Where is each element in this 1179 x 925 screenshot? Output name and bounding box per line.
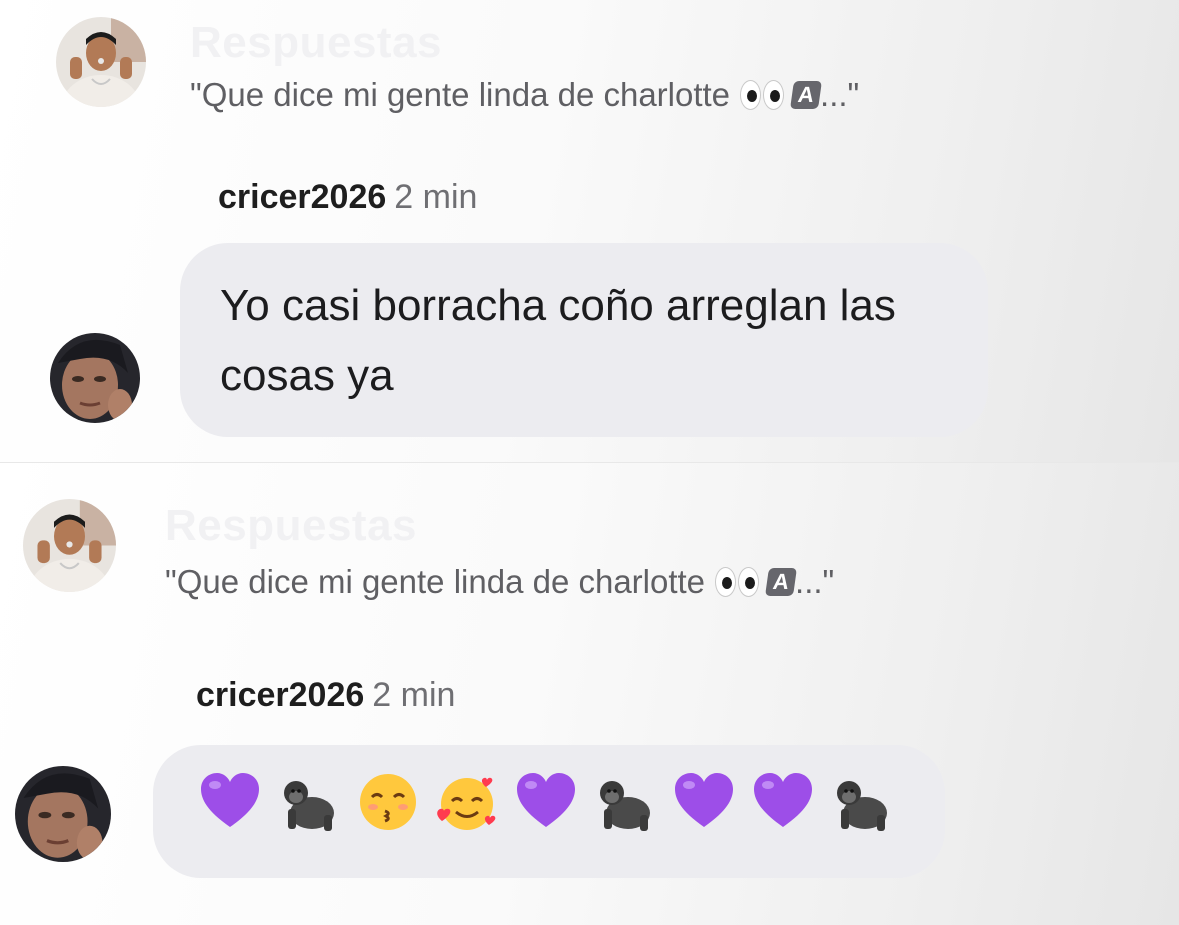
gorilla-icon — [284, 781, 334, 831]
purple-heart-icon — [754, 773, 812, 827]
purple-heart-icon — [517, 773, 575, 827]
replies-screen: Respuestas "Que dice mi gente linda de c… — [0, 0, 1179, 925]
eyes-emoji-icon — [740, 80, 786, 110]
replies-header: Respuestas — [165, 501, 418, 550]
timestamp: 2 min — [372, 676, 456, 714]
quoted-story-text: "Que dice mi gente linda de charlotte A … — [190, 76, 859, 114]
quoted-story-text: "Que dice mi gente linda de charlotte A … — [165, 563, 834, 601]
quote-text: "Que dice mi gente linda de charlotte — [165, 563, 706, 600]
username-link[interactable]: cricer2026 — [218, 178, 386, 216]
eyes-emoji-icon — [715, 567, 761, 597]
commenter-avatar[interactable] — [15, 766, 111, 862]
kissing-face-icon — [360, 774, 416, 830]
purple-heart-icon — [675, 773, 733, 827]
emoji-message — [197, 769, 908, 835]
keycap-a-icon: A — [765, 568, 798, 596]
timestamp: 2 min — [394, 178, 478, 216]
purple-heart-icon — [201, 773, 259, 827]
reply-meta: cricer2026 2 min — [218, 178, 477, 217]
commenter-avatar[interactable] — [50, 333, 140, 423]
reply-meta: cricer2026 2 min — [196, 676, 455, 715]
story-author-avatar[interactable] — [56, 17, 146, 107]
reply-card: Respuestas "Que dice mi gente linda de c… — [0, 462, 1179, 925]
message-bubble[interactable]: Yo casi borracha coño arreglan las cosas… — [180, 243, 988, 437]
message-text: Yo casi borracha coño arreglan las cosas… — [220, 281, 896, 400]
replies-header: Respuestas — [190, 18, 443, 67]
gorilla-icon — [600, 781, 650, 831]
story-author-avatar[interactable] — [23, 499, 116, 592]
quote-suffix: ..." — [795, 563, 835, 600]
quote-suffix: ..." — [820, 76, 860, 113]
quote-text: "Que dice mi gente linda de charlotte — [190, 76, 731, 113]
reply-card: Respuestas "Que dice mi gente linda de c… — [0, 0, 1179, 462]
message-bubble[interactable] — [153, 745, 945, 878]
smiling-face-with-hearts-icon — [437, 777, 496, 830]
gorilla-icon — [837, 781, 887, 831]
username-link[interactable]: cricer2026 — [196, 676, 364, 714]
keycap-a-icon: A — [790, 81, 823, 109]
